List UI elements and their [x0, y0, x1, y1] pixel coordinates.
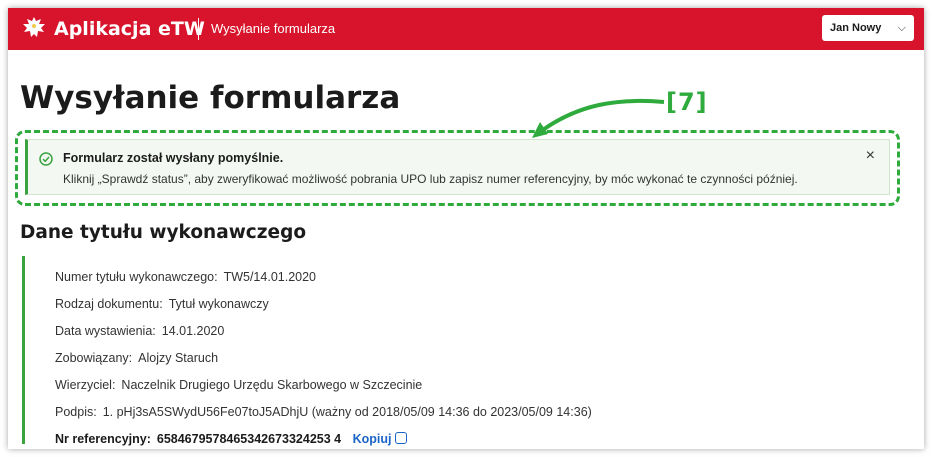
chevron-down-icon: ⌵	[897, 21, 906, 34]
section-title: Dane tytułu wykonawczego	[20, 222, 307, 243]
success-alert: Formularz został wysłany pomyślnie. Klik…	[25, 139, 890, 195]
detail-row-podpis: Podpis: 1. pHj3sA5SWydU56Fe07toJ5ADhjU (w…	[55, 405, 592, 419]
detail-label: Podpis:	[55, 405, 97, 419]
detail-row-zobowiazany: Zobowiązany: Alojzy Staruch	[55, 351, 218, 365]
detail-row-wierzyciel: Wierzyciel: Naczelnik Drugiego Urzędu Ska…	[55, 378, 422, 392]
detail-label: Nr referencyjny:	[55, 432, 151, 446]
alert-message: Kliknij „Sprawdź status”, aby zweryfikow…	[63, 172, 798, 186]
alert-title: Formularz został wysłany pomyślnie.	[63, 151, 284, 165]
top-bar: Aplikacja eTW Wysyłanie formularza Jan N…	[8, 8, 924, 50]
detail-value: Alojzy Staruch	[138, 351, 219, 365]
app-window: Aplikacja eTW Wysyłanie formularza Jan N…	[8, 8, 924, 449]
detail-row-reference: Nr referencyjny: 658467957846534267332425…	[55, 432, 408, 446]
copy-button[interactable]: Kopiuj	[353, 432, 408, 446]
detail-label: Numer tytułu wykonawczego:	[55, 270, 218, 284]
check-circle-icon	[39, 152, 53, 166]
user-name: Jan Nowy	[830, 22, 882, 34]
detail-row-data: Data wystawienia: 14.01.2020	[55, 324, 224, 338]
detail-label: Wierzyciel:	[55, 378, 116, 392]
details-panel: Numer tytułu wykonawczego: TW5/14.01.2020…	[22, 256, 905, 446]
breadcrumb: Wysyłanie formularza	[211, 21, 336, 36]
copy-label: Kopiuj	[352, 432, 392, 446]
detail-label: Zobowiązany:	[55, 351, 133, 365]
annotation-marker: [7]	[666, 88, 708, 116]
detail-label: Data wystawienia:	[55, 324, 156, 338]
copy-icon	[395, 432, 408, 444]
user-menu-button[interactable]: Jan Nowy ⌵	[822, 15, 914, 41]
eagle-emblem-icon	[23, 17, 45, 37]
reference-number: 6584679578465342673324253 4	[156, 432, 342, 446]
detail-label: Rodzaj dokumentu:	[55, 297, 163, 311]
detail-value: 1. pHj3sA5SWydU56Fe07toJ5ADhjU (ważny od…	[102, 405, 592, 419]
detail-value: TW5/14.01.2020	[223, 270, 316, 284]
close-icon[interactable]: ×	[866, 147, 875, 165]
detail-value: Naczelnik Drugiego Urzędu Skarbowego w S…	[121, 378, 423, 392]
header-separator	[198, 18, 199, 40]
detail-value: 14.01.2020	[161, 324, 225, 338]
detail-row-numer: Numer tytułu wykonawczego: TW5/14.01.2020	[55, 270, 316, 284]
app-title[interactable]: Aplikacja eTW	[54, 18, 205, 40]
detail-row-rodzaj: Rodzaj dokumentu: Tytuł wykonawczy	[55, 297, 269, 311]
page-title: Wysyłanie formularza	[20, 80, 401, 116]
detail-value: Tytuł wykonawczy	[168, 297, 269, 311]
